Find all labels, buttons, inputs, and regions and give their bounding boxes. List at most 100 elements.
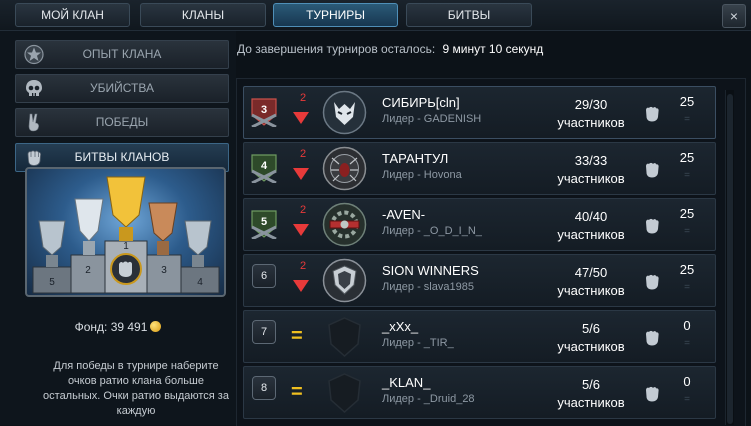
tournament-podium-image: 2 1 3 5 4 xyxy=(25,167,226,297)
clan-score: 25 xyxy=(679,94,695,109)
tab-clans[interactable]: КЛАНЫ xyxy=(140,3,266,27)
clan-score: 25 xyxy=(679,206,695,221)
member-count-value: 40/40 xyxy=(574,209,608,224)
clan-name[interactable]: SION WINNERS xyxy=(382,263,479,278)
rank-badge-bronze-icon: 3 xyxy=(251,98,277,127)
sidebar-item-kills[interactable]: УБИЙСТВА xyxy=(15,74,229,103)
sidebar-item-label: ОПЫТ КЛАНА xyxy=(82,47,162,61)
rank-number: 6 xyxy=(252,264,276,288)
scrollbar-thumb[interactable] xyxy=(727,94,733,424)
tournament-timer: До завершения турниров осталось: 9 минут… xyxy=(237,42,543,56)
sidebar-item-victories[interactable]: ПОБЕДЫ xyxy=(15,108,229,137)
clan-score: 25 xyxy=(679,150,695,165)
sidebar-item-label: УБИЙСТВА xyxy=(90,81,154,95)
member-count: 5/6 участников xyxy=(540,320,642,356)
coin-icon xyxy=(150,321,162,332)
fist-icon xyxy=(646,162,659,178)
clan-row[interactable]: 7 = _xXx_ Лидер - _TIR_ 5/6 участников 0 … xyxy=(243,310,716,363)
rank-change: 2 xyxy=(299,204,307,216)
clan-emblem-spider-icon xyxy=(322,146,367,191)
podium-number: 4 xyxy=(197,277,203,288)
score-change-equal-icon: = xyxy=(684,394,690,405)
fist-icon xyxy=(646,106,659,122)
down-arrow-icon xyxy=(293,112,309,124)
fist-icon xyxy=(646,218,659,234)
clan-name[interactable]: _xXx_ xyxy=(382,319,418,334)
rank-change-equal-icon: = xyxy=(291,325,303,347)
rank-badge-green-icon: 5 xyxy=(251,210,277,239)
fist-icon xyxy=(646,386,659,402)
rank-number: 8 xyxy=(252,376,276,400)
tab-my-clan[interactable]: МОЙ КЛАН xyxy=(15,3,130,27)
member-count-label: участников xyxy=(557,227,625,242)
rank-badge-green-icon: 4 xyxy=(251,154,277,183)
member-count: 47/50 участников xyxy=(540,264,642,300)
rank-change: 2 xyxy=(299,92,307,104)
podium-illustration: 2 1 3 5 4 xyxy=(32,176,220,294)
clan-leader: Лидер - GADENISH xyxy=(382,113,482,125)
clan-score: 0 xyxy=(683,318,691,333)
rank-number: 3 xyxy=(261,104,267,116)
scrollbar[interactable] xyxy=(725,90,734,425)
tournament-description: Для победы в турнире наберите очков рати… xyxy=(43,360,229,417)
member-count-value: 47/50 xyxy=(574,265,608,280)
rank-number: 4 xyxy=(261,160,268,172)
sidebar-item-clan-experience[interactable]: ОПЫТ КЛАНА xyxy=(15,40,229,69)
down-arrow-icon xyxy=(293,168,309,180)
rank-change-equal-icon: = xyxy=(291,381,303,403)
timer-value: 9 минут 10 секунд xyxy=(442,42,544,56)
clan-emblem-gear-icon xyxy=(322,202,367,247)
member-count-value: 5/6 xyxy=(581,377,601,392)
clan-row[interactable]: 3 2 СИБИРЬ[cln] Лидер - GADENISH 29/30 уч… xyxy=(243,86,716,139)
rank-number: 7 xyxy=(252,320,276,344)
clan-row[interactable]: 5 2 -AVEN- Лидер - _O_D_I_N_ 40/40 участн… xyxy=(243,198,716,251)
close-button[interactable]: × xyxy=(722,4,746,28)
top-tab-bar: МОЙ КЛАН КЛАНЫ ТУРНИРЫ БИТВЫ × xyxy=(0,0,751,31)
member-count-label: участников xyxy=(557,395,625,410)
tab-tournaments[interactable]: ТУРНИРЫ xyxy=(273,3,398,27)
member-count-label: участников xyxy=(557,283,625,298)
clan-row[interactable]: 4 2 ТАРАНТУЛ Лидер - Hovona 33/33 участни… xyxy=(243,142,716,195)
fist-icon xyxy=(646,330,659,346)
fund-label: Фонд: 39 491 xyxy=(74,320,148,334)
clan-leader: Лидер - _Druid_28 xyxy=(382,393,475,405)
clan-name[interactable]: -AVEN- xyxy=(382,207,425,222)
down-arrow-icon xyxy=(293,224,309,236)
podium-number: 1 xyxy=(123,241,129,252)
member-count-value: 33/33 xyxy=(574,153,608,168)
rank-change: 2 xyxy=(299,148,307,160)
member-count: 29/30 участников xyxy=(540,96,642,132)
clan-emblem-wolf-icon xyxy=(322,90,367,135)
clan-leader: Лидер - slava1985 xyxy=(382,281,474,293)
member-count-label: участников xyxy=(557,339,625,354)
clan-score: 0 xyxy=(683,374,691,389)
clan-name[interactable]: СИБИРЬ[cln] xyxy=(382,95,460,110)
podium-number: 3 xyxy=(161,265,167,276)
score-change-equal-icon: = xyxy=(684,338,690,349)
clan-leader: Лидер - _O_D_I_N_ xyxy=(382,225,482,237)
member-count-label: участников xyxy=(557,115,625,130)
clan-leader: Лидер - Hovona xyxy=(382,169,462,181)
score-change-equal-icon: = xyxy=(684,170,690,181)
member-count-value: 5/6 xyxy=(581,321,601,336)
member-count-label: участников xyxy=(557,171,625,186)
clan-score: 25 xyxy=(679,262,695,277)
score-change-equal-icon: = xyxy=(684,114,690,125)
fund-amount: Фонд: 39 491 xyxy=(0,320,236,334)
member-count: 40/40 участников xyxy=(540,208,642,244)
member-count-value: 29/30 xyxy=(574,97,608,112)
clan-row[interactable]: 8 = _KLAN_ Лидер - _Druid_28 5/6 участник… xyxy=(243,366,716,419)
clan-emblem-empty-icon xyxy=(328,373,361,414)
fist-icon xyxy=(646,274,659,290)
timer-label: До завершения турниров осталось: xyxy=(237,42,436,56)
member-count: 5/6 участников xyxy=(540,376,642,412)
tab-battles[interactable]: БИТВЫ xyxy=(406,3,532,27)
clan-row[interactable]: 6 2 SION WINNERS Лидер - slava1985 47/50… xyxy=(243,254,716,307)
clan-name[interactable]: _KLAN_ xyxy=(382,375,430,390)
member-count: 33/33 участников xyxy=(540,152,642,188)
clan-emblem-empty-icon xyxy=(328,317,361,358)
podium-number: 2 xyxy=(85,265,91,276)
score-change-equal-icon: = xyxy=(684,226,690,237)
clan-name[interactable]: ТАРАНТУЛ xyxy=(382,151,448,166)
rank-change: 2 xyxy=(299,260,307,272)
